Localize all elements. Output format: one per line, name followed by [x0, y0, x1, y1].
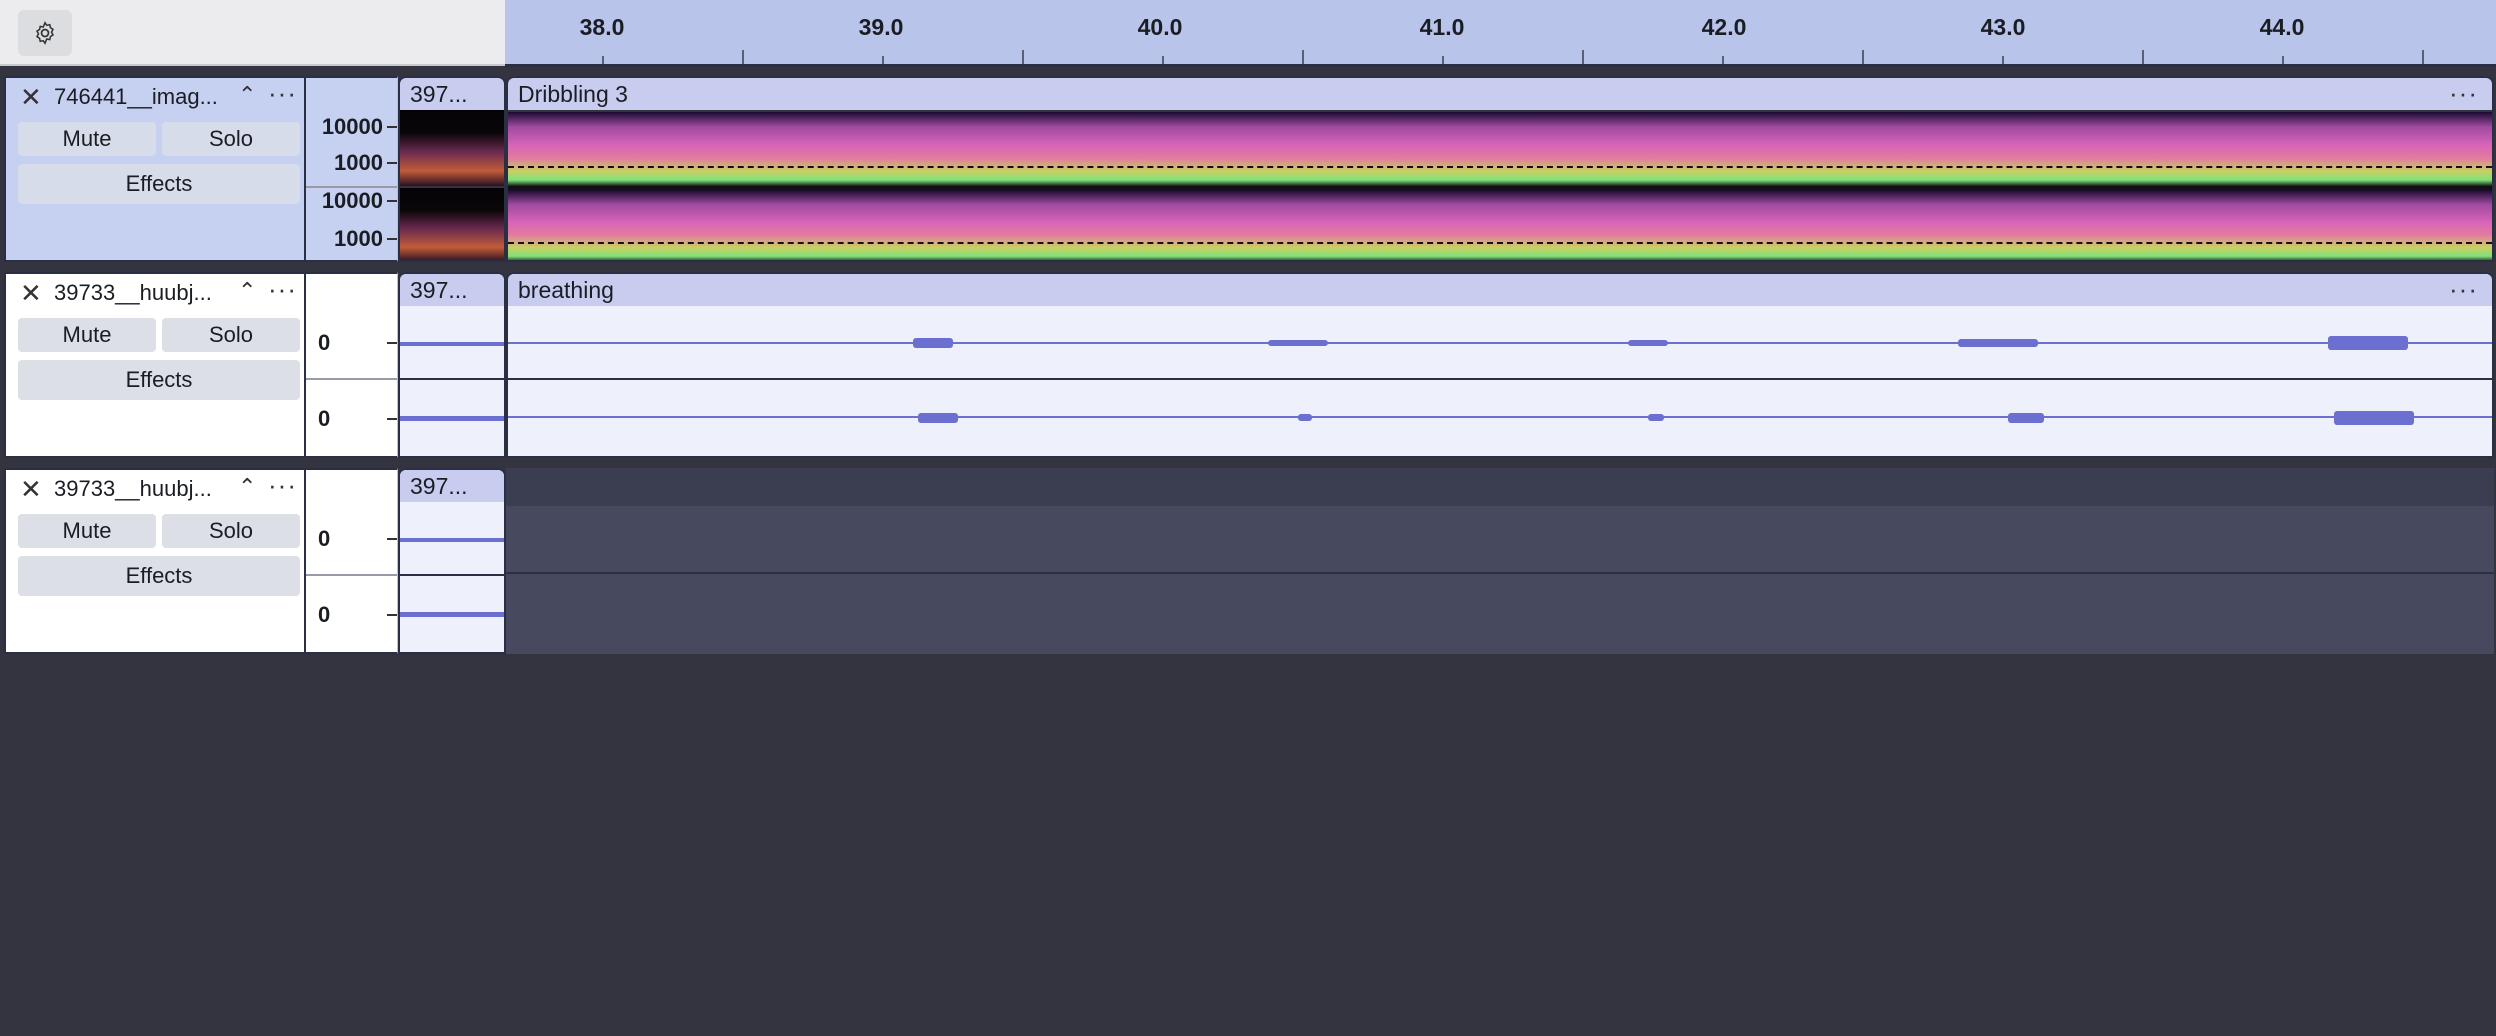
- clip-short[interactable]: 397...: [398, 468, 506, 654]
- ruler-tick: [742, 50, 744, 64]
- track-header-2[interactable]: ✕ 39733__huubj... ⌃ ··· Mute Solo Effect…: [4, 272, 306, 458]
- amplitude-scale[interactable]: 0 0: [306, 468, 398, 654]
- empty-track-lane[interactable]: [506, 506, 2494, 654]
- track-header-3[interactable]: ✕ 39733__huubj... ⌃ ··· Mute Solo Effect…: [4, 468, 306, 654]
- collapse-track-icon[interactable]: ⌃: [238, 82, 256, 108]
- clip-header[interactable]: 397...: [400, 274, 504, 306]
- spectrogram-divider: [508, 166, 2492, 168]
- empty-track-lane[interactable]: [506, 468, 2494, 506]
- solo-button[interactable]: Solo: [162, 318, 300, 352]
- ruler-tick: [2002, 56, 2004, 64]
- effects-button[interactable]: Effects: [18, 164, 300, 204]
- clip-name: breathing: [518, 277, 614, 303]
- timeline-ruler[interactable]: 38.0 39.0 40.0 41.0 42.0 43.0 44.0: [505, 0, 2496, 67]
- scale-label: 0: [318, 602, 331, 627]
- clip-header[interactable]: Dribbling 3 ···: [508, 78, 2492, 110]
- ruler-label: 43.0: [1980, 14, 2026, 40]
- track-menu-icon[interactable]: ···: [268, 470, 297, 501]
- clip-menu-icon[interactable]: ···: [2449, 274, 2478, 305]
- ruler-tick: [1162, 56, 1164, 64]
- effects-button[interactable]: Effects: [18, 360, 300, 400]
- close-track-icon[interactable]: ✕: [20, 82, 42, 113]
- ruler-label: 42.0: [1701, 14, 1747, 40]
- track-title-row: ✕ 39733__huubj... ⌃ ···: [6, 470, 304, 506]
- effects-button[interactable]: Effects: [18, 556, 300, 596]
- collapse-track-icon[interactable]: ⌃: [238, 278, 256, 304]
- spectrogram-channel: [400, 110, 504, 186]
- ruler-tick: [1862, 50, 1864, 64]
- scale-label: 10000: [321, 188, 383, 213]
- waveform: [508, 342, 2492, 344]
- collapse-track-icon[interactable]: ⌃: [238, 474, 256, 500]
- clip-menu-icon[interactable]: ···: [2449, 78, 2478, 109]
- spectrogram-divider: [508, 242, 2492, 244]
- track-header-1[interactable]: ✕ 746441__imag... ⌃ ··· Mute Solo Effect…: [4, 76, 306, 262]
- solo-button[interactable]: Solo: [162, 514, 300, 548]
- mute-button[interactable]: Mute: [18, 514, 156, 548]
- ruler-tick: [1582, 50, 1584, 64]
- ruler-label: 44.0: [2259, 14, 2305, 40]
- ruler-tick: [1022, 50, 1024, 64]
- ruler-tick: [602, 56, 604, 64]
- clip-name: 397...: [410, 277, 468, 303]
- mute-button[interactable]: Mute: [18, 122, 156, 156]
- scale-label: 0: [318, 526, 331, 551]
- close-track-icon[interactable]: ✕: [20, 474, 42, 505]
- spectrogram-channel: [400, 188, 504, 260]
- track-title-row: ✕ 39733__huubj... ⌃ ···: [6, 274, 304, 310]
- close-track-icon[interactable]: ✕: [20, 278, 42, 309]
- clip-header[interactable]: breathing ···: [508, 274, 2492, 306]
- clip-breathing[interactable]: breathing ···: [506, 272, 2494, 458]
- ruler-tick: [882, 56, 884, 64]
- track-name[interactable]: 39733__huubj...: [54, 280, 212, 306]
- track-menu-icon[interactable]: ···: [268, 78, 297, 109]
- spectrogram-channel: [508, 190, 2492, 260]
- ruler-tick: [1722, 56, 1724, 64]
- track-name[interactable]: 39733__huubj...: [54, 476, 212, 502]
- waveform: [400, 612, 504, 617]
- waveform: [400, 416, 504, 421]
- clip-header[interactable]: 397...: [400, 78, 504, 110]
- frequency-scale[interactable]: 10000 1000 10000 1000: [306, 76, 398, 262]
- clip-short[interactable]: 397...: [398, 272, 506, 458]
- clip-name: 397...: [410, 473, 468, 499]
- track-name[interactable]: 746441__imag...: [54, 84, 218, 110]
- waveform: [508, 416, 2492, 418]
- ruler-tick: [1442, 56, 1444, 64]
- ruler-tick: [2142, 50, 2144, 64]
- clip-short[interactable]: 397...: [398, 76, 506, 262]
- settings-button[interactable]: [18, 10, 72, 56]
- solo-button[interactable]: Solo: [162, 122, 300, 156]
- track-title-row: ✕ 746441__imag... ⌃ ···: [6, 78, 304, 114]
- mute-button[interactable]: Mute: [18, 318, 156, 352]
- scale-label: 1000: [334, 150, 383, 175]
- scale-label: 0: [318, 406, 331, 431]
- scale-label: 0: [318, 330, 331, 355]
- scale-label: 10000: [321, 114, 383, 139]
- scale-label: 1000: [334, 226, 383, 251]
- clip-header[interactable]: 397...: [400, 470, 504, 502]
- clip-name: 397...: [410, 81, 468, 107]
- ruler-label: 40.0: [1137, 14, 1183, 40]
- ruler-tick: [2422, 50, 2424, 64]
- amplitude-scale[interactable]: 0 0: [306, 272, 398, 458]
- spectrogram-channel: [508, 112, 2492, 186]
- clip-dribbling[interactable]: Dribbling 3 ···: [506, 76, 2494, 262]
- ruler-tick: [1302, 50, 1304, 64]
- ruler-label: 41.0: [1419, 14, 1465, 40]
- ruler-label: 39.0: [858, 14, 904, 40]
- gear-icon: [35, 21, 55, 45]
- timeline-header-left: [0, 0, 505, 66]
- waveform: [400, 538, 504, 542]
- ruler-tick: [2282, 56, 2284, 64]
- ruler-label: 38.0: [579, 14, 625, 40]
- clip-name: Dribbling 3: [518, 81, 628, 107]
- track-menu-icon[interactable]: ···: [268, 274, 297, 305]
- waveform: [400, 342, 504, 346]
